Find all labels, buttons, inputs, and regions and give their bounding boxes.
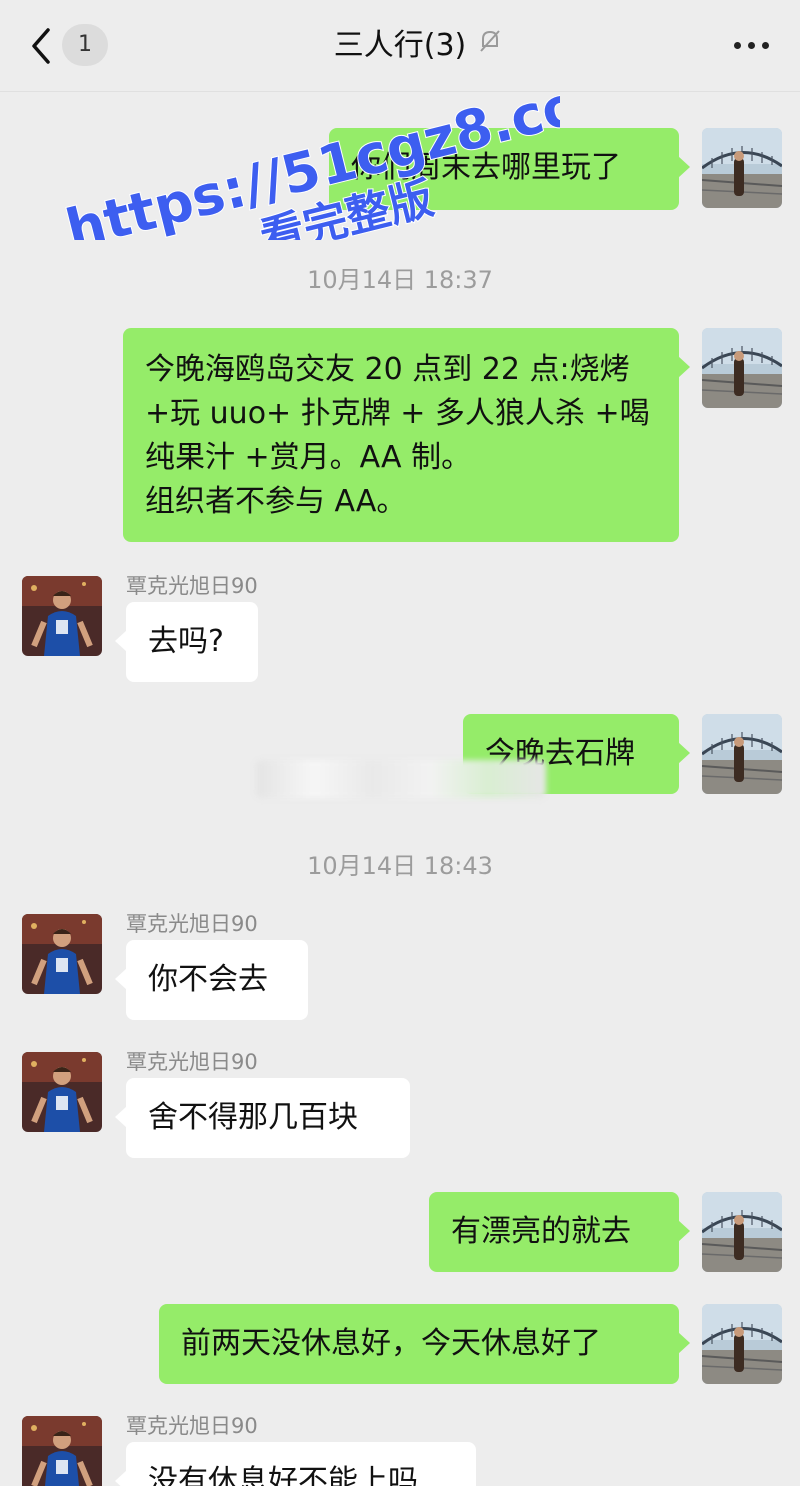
- self-avatar[interactable]: [702, 128, 782, 208]
- message-bubble-contact[interactable]: 你不会去: [115, 940, 308, 1020]
- unread-count-badge[interactable]: 1: [62, 24, 108, 66]
- contact-avatar[interactable]: [22, 1416, 102, 1486]
- sender-name: 覃克光旭日90: [126, 574, 258, 598]
- self-avatar[interactable]: [702, 1304, 782, 1384]
- chat-title: 三人行(3): [333, 28, 467, 63]
- timestamp-divider: 10月14日 18:37: [307, 266, 493, 294]
- message-bubble-self[interactable]: 前两天没休息好，今天休息好了: [159, 1304, 690, 1384]
- contact-avatar[interactable]: [22, 1052, 102, 1132]
- message-line: +玩 uuo+ 扑克牌 + 多人狼人杀 +喝: [145, 396, 650, 431]
- timestamp-divider: 10月14日 18:43: [307, 852, 493, 880]
- self-avatar[interactable]: [702, 714, 782, 794]
- message-bubble-contact[interactable]: 去吗?: [115, 602, 258, 682]
- message-bubble-self[interactable]: 有漂亮的就去: [429, 1192, 690, 1272]
- self-avatar[interactable]: [702, 1192, 782, 1272]
- message-line: 今晚海鸥岛交友 20 点到 22 点:烧烤: [145, 352, 630, 387]
- chat-header: 1 三人行(3): [0, 0, 800, 92]
- sender-name: 覃克光旭日90: [126, 912, 258, 936]
- more-options-icon[interactable]: [730, 30, 774, 60]
- self-avatar[interactable]: [702, 328, 782, 408]
- message-bubble-contact[interactable]: 没有休息好不能上吗: [115, 1442, 476, 1486]
- sender-name: 覃克光旭日90: [126, 1414, 258, 1438]
- message-bubble-contact[interactable]: 舍不得那几百块: [115, 1078, 410, 1158]
- contact-avatar[interactable]: [22, 914, 102, 994]
- message-line: 组织者不参与 AA。: [145, 484, 407, 519]
- mute-bell-icon: [480, 30, 500, 52]
- sender-name: 覃克光旭日90: [126, 1050, 258, 1074]
- contact-avatar[interactable]: [22, 576, 102, 656]
- message-bubble-self[interactable]: 今晚海鸥岛交友 20 点到 22 点:烧烤 +玩 uuo+ 扑克牌 + 多人狼人…: [123, 328, 690, 542]
- message-line: 纯果汁 +赏月。AA 制。: [145, 440, 472, 475]
- back-chevron-icon[interactable]: [26, 24, 56, 68]
- redacted-area: [256, 760, 546, 798]
- message-bubble-self[interactable]: 你们周末去哪里玩了: [329, 128, 690, 210]
